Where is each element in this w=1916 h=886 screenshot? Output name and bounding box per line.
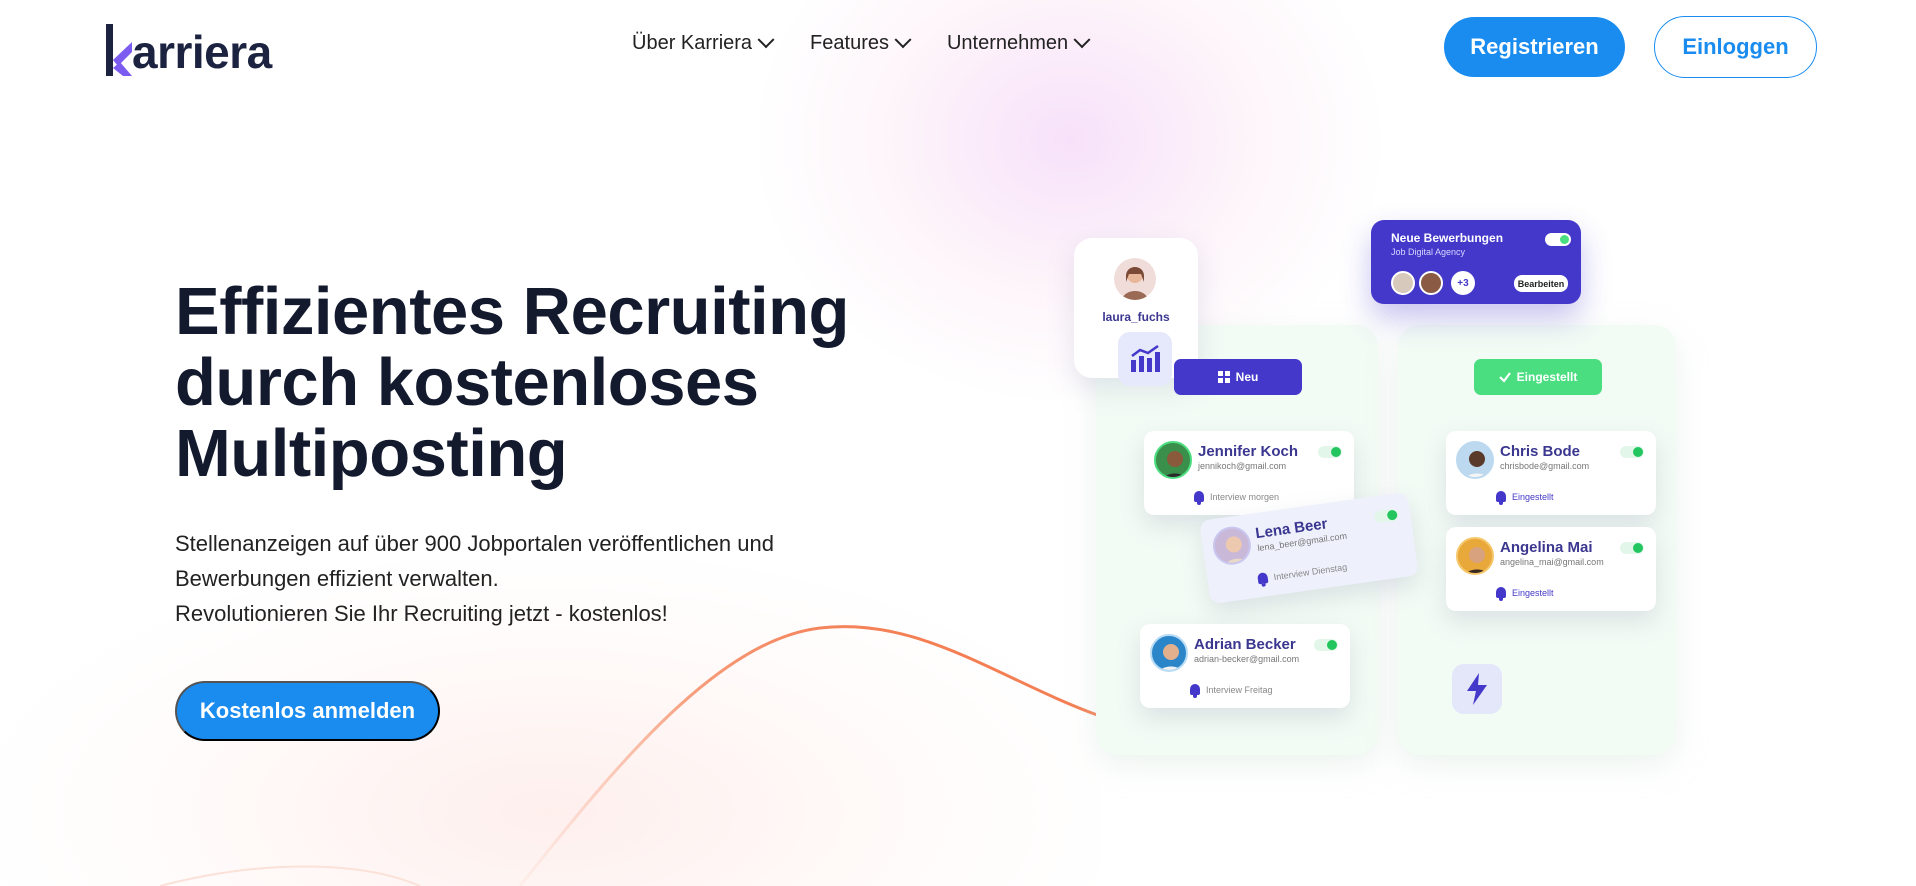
lightning-tile: [1452, 664, 1502, 714]
candidate-status-text: Eingestellt: [1512, 491, 1554, 502]
nav-item-unternehmen[interactable]: Unternehmen: [946, 30, 1091, 55]
column-hired-text: Eingestellt: [1516, 370, 1578, 384]
candidate-status-text: Interview Freitag: [1206, 684, 1273, 695]
hero-title-line: durch kostenloses: [175, 345, 759, 420]
candidate-card: Chris Bode chrisbode@gmail.com Eingestel…: [1446, 431, 1656, 515]
candidate-name: Jennifer Koch: [1198, 443, 1299, 460]
person-icon: [1466, 547, 1488, 573]
person-icon: [1160, 644, 1182, 670]
logo-k-icon: [106, 24, 132, 76]
candidate-email: adrian-becker@gmail.com: [1194, 654, 1300, 664]
bell-icon: [1190, 684, 1200, 698]
karriera-logo[interactable]: arriera: [106, 18, 272, 78]
grid-icon: [1217, 371, 1230, 383]
candidate-toggle: [1314, 639, 1338, 651]
avatar: [1114, 258, 1156, 300]
signup-free-button[interactable]: Kostenlos anmelden: [175, 681, 440, 741]
hero-subtitle-line: Stellenanzeigen auf über 900 Jobportalen…: [175, 531, 774, 556]
profile-username: laura_fuchs: [1102, 310, 1170, 324]
avatar: [1456, 537, 1494, 575]
candidate-status: Interview morgen: [1194, 491, 1280, 505]
hero-subtitle-line: Revolutionieren Sie Ihr Recruiting jetzt…: [175, 601, 668, 626]
avatar: [1456, 441, 1494, 479]
nav-item-label: Über Karriera: [632, 32, 753, 54]
bar-chart-icon: [1131, 344, 1160, 372]
avatar: [1154, 441, 1192, 479]
register-button[interactable]: Registrieren: [1444, 17, 1625, 77]
avatar: [1419, 271, 1443, 295]
hero-title-line: Effizientes Recruiting: [175, 274, 849, 349]
notify-title: Neue Bewerbungen: [1391, 231, 1504, 245]
logo-text: arriera: [132, 26, 272, 78]
bell-icon: [1257, 572, 1269, 585]
chevron-down-icon: [894, 30, 912, 48]
candidate-toggle: [1620, 446, 1644, 458]
avatar: [1150, 634, 1188, 672]
avatar: [1210, 524, 1254, 568]
hero-subtitle-line: Bewerbungen effizient verwalten.: [175, 566, 499, 591]
person-icon: [1466, 451, 1488, 477]
candidate-toggle: [1373, 508, 1400, 524]
bell-icon: [1496, 491, 1506, 505]
candidate-name: Angelina Mai: [1500, 539, 1593, 556]
candidate-email: chrisbode@gmail.com: [1500, 461, 1590, 471]
chart-tile: [1118, 332, 1172, 386]
candidate-name: Chris Bode: [1500, 443, 1581, 460]
candidate-toggle: [1318, 446, 1342, 458]
candidate-status: Eingestellt: [1496, 491, 1554, 505]
column-new-text: Neu: [1235, 370, 1259, 384]
nav-item-label: Features: [810, 32, 889, 54]
column-hired-label: Eingestellt: [1474, 359, 1602, 395]
bell-icon: [1194, 491, 1204, 505]
candidate-status: Interview Dienstag: [1257, 561, 1348, 585]
candidate-name: Adrian Becker: [1194, 636, 1296, 653]
extra-count-badge: +3: [1451, 271, 1475, 295]
candidate-card: Angelina Mai angelina_mai@gmail.com Eing…: [1446, 527, 1656, 611]
lightning-icon: [1467, 673, 1487, 705]
hero-subtitle: Stellenanzeigen auf über 900 Jobportalen…: [175, 526, 895, 631]
notify-subtitle: Job Digital Agency: [1391, 247, 1466, 257]
person-icon: [1164, 451, 1186, 477]
candidate-status-text: Interview morgen: [1210, 491, 1280, 502]
bell-icon: [1496, 587, 1506, 601]
candidate-status: Eingestellt: [1496, 587, 1554, 601]
candidate-status-text: Eingestellt: [1512, 587, 1554, 598]
hero-title: Effizientes Recruiting durch kostenloses…: [175, 276, 895, 489]
nav-item-label: Unternehmen: [946, 32, 1069, 54]
nav-item-features[interactable]: Features: [810, 30, 912, 55]
check-icon: [1498, 372, 1511, 383]
person-icon: [1223, 536, 1250, 568]
candidate-email: jennikoch@gmail.com: [1198, 461, 1287, 471]
person-icon: [1122, 267, 1148, 300]
candidate-status: Interview Freitag: [1190, 684, 1273, 698]
site-header: arriera Über Karriera Features Unternehm…: [0, 0, 1916, 95]
main-nav: Über Karriera Features Unternehmen: [632, 30, 1091, 55]
notify-toggle: [1545, 233, 1571, 246]
edit-badge: Bearbeiten: [1514, 275, 1568, 292]
chevron-down-icon: [1073, 30, 1091, 48]
candidate-card: Adrian Becker adrian-becker@gmail.com In…: [1140, 624, 1350, 708]
login-button[interactable]: Einloggen: [1654, 16, 1817, 78]
candidate-email: angelina_mai@gmail.com: [1500, 557, 1604, 567]
chevron-down-icon: [757, 30, 775, 48]
candidate-toggle: [1620, 542, 1644, 554]
column-new-label: Neu: [1174, 359, 1302, 395]
avatar: [1391, 271, 1415, 295]
nav-item-ueber-karriera[interactable]: Über Karriera: [632, 30, 775, 55]
candidate-status-text: Interview Dienstag: [1272, 561, 1348, 582]
hero-title-line: Multiposting: [175, 416, 568, 491]
new-applications-card: Neue Bewerbungen Job Digital Agency +3 B…: [1371, 220, 1581, 304]
candidate-card: Jennifer Koch jennikoch@gmail.com Interv…: [1144, 431, 1354, 515]
